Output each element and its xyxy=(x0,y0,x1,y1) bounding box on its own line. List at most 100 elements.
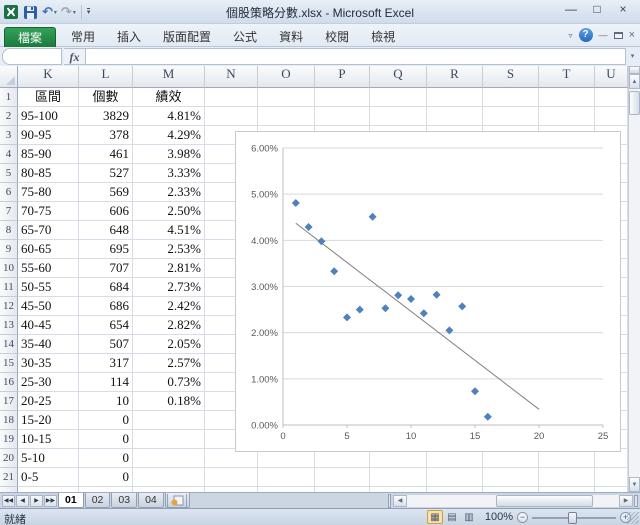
cell-T2[interactable] xyxy=(539,107,595,126)
cell-O21[interactable] xyxy=(258,468,315,487)
column-header-L[interactable]: L xyxy=(79,66,133,88)
cell-K9[interactable]: 60-65 xyxy=(18,240,79,259)
formula-bar-expand-icon[interactable]: ▾ xyxy=(626,48,639,65)
workbook-close-icon[interactable]: × xyxy=(629,29,635,42)
zoom-level[interactable]: 100% xyxy=(481,511,513,523)
cell-L4[interactable]: 461 xyxy=(79,145,133,164)
data-point[interactable] xyxy=(369,213,377,221)
ribbon-tab-版面配置[interactable]: 版面配置 xyxy=(152,27,222,47)
cell-K13[interactable]: 40-45 xyxy=(18,316,79,335)
row-header-5[interactable]: 5 xyxy=(0,164,18,183)
zoom-out-button[interactable]: − xyxy=(517,512,528,523)
redo-button[interactable]: ↷ ▾ xyxy=(61,3,76,21)
customize-qat-button[interactable]: ▾ xyxy=(87,8,91,16)
cell-M9[interactable]: 2.53% xyxy=(133,240,205,259)
row-header-2[interactable]: 2 xyxy=(0,107,18,126)
help-icon[interactable]: ? xyxy=(579,28,593,42)
row-header-13[interactable]: 13 xyxy=(0,316,18,335)
cell-R1[interactable] xyxy=(427,88,483,107)
undo-dropdown-caret[interactable]: ▾ xyxy=(54,9,57,16)
workbook-restore-icon[interactable] xyxy=(614,32,623,39)
data-point[interactable] xyxy=(330,267,338,275)
cell-P2[interactable] xyxy=(315,107,370,126)
name-box[interactable] xyxy=(2,48,62,65)
vertical-split-handle[interactable] xyxy=(629,66,640,74)
row-header-8[interactable]: 8 xyxy=(0,221,18,240)
first-sheet-button[interactable]: ◀◀ xyxy=(2,495,15,507)
cell-K7[interactable]: 70-75 xyxy=(18,202,79,221)
cell-K15[interactable]: 30-35 xyxy=(18,354,79,373)
cell-T1[interactable] xyxy=(539,88,595,107)
column-header-S[interactable]: S xyxy=(483,66,539,88)
next-sheet-button[interactable]: ▶ xyxy=(30,495,43,507)
row-header-15[interactable]: 15 xyxy=(0,354,18,373)
cell-L9[interactable]: 695 xyxy=(79,240,133,259)
previous-sheet-button[interactable]: ◀ xyxy=(16,495,29,507)
normal-view-button[interactable]: ▦ xyxy=(427,510,443,524)
chart[interactable]: 0.00%1.00%2.00%3.00%4.00%5.00%6.00%05101… xyxy=(235,131,621,452)
cell-M16[interactable]: 0.73% xyxy=(133,373,205,392)
cell-M11[interactable]: 2.73% xyxy=(133,278,205,297)
scroll-left-arrow[interactable]: ◀ xyxy=(393,495,407,507)
cell-U21[interactable] xyxy=(595,468,628,487)
tab-scrollbar-divider[interactable] xyxy=(388,494,391,508)
file-tab[interactable]: 檔案 xyxy=(4,27,56,47)
cell-R21[interactable] xyxy=(427,468,483,487)
cell-M17[interactable]: 0.18% xyxy=(133,392,205,411)
trendline[interactable] xyxy=(296,223,539,409)
cell-Q2[interactable] xyxy=(370,107,427,126)
cell-L3[interactable]: 378 xyxy=(79,126,133,145)
cell-L1[interactable]: 個數 xyxy=(79,88,133,107)
window-maximize-button[interactable]: □ xyxy=(584,0,610,19)
data-point[interactable] xyxy=(471,387,479,395)
ribbon-tab-插入[interactable]: 插入 xyxy=(106,27,152,47)
row-header-17[interactable]: 17 xyxy=(0,392,18,411)
data-point[interactable] xyxy=(292,199,300,207)
column-header-U[interactable]: U xyxy=(595,66,628,88)
cell-O2[interactable] xyxy=(258,107,315,126)
cell-L18[interactable]: 0 xyxy=(79,411,133,430)
ribbon-tab-檢視[interactable]: 檢視 xyxy=(360,27,406,47)
row-header-14[interactable]: 14 xyxy=(0,335,18,354)
cell-N1[interactable] xyxy=(205,88,258,107)
horizontal-split-handle[interactable] xyxy=(634,495,638,507)
column-header-R[interactable]: R xyxy=(427,66,483,88)
data-point[interactable] xyxy=(458,302,466,310)
redo-dropdown-caret[interactable]: ▾ xyxy=(73,9,76,16)
ribbon-tab-校閱[interactable]: 校閱 xyxy=(314,27,360,47)
zoom-slider-thumb[interactable] xyxy=(568,512,577,524)
data-point[interactable] xyxy=(317,237,325,245)
cell-M6[interactable]: 2.33% xyxy=(133,183,205,202)
cell-M20[interactable] xyxy=(133,449,205,468)
cell-K4[interactable]: 85-90 xyxy=(18,145,79,164)
sheet-tab-01[interactable]: 01 xyxy=(58,493,84,508)
row-header-1[interactable]: 1 xyxy=(0,88,18,107)
last-sheet-button[interactable]: ▶▶ xyxy=(44,495,57,507)
cell-K17[interactable]: 20-25 xyxy=(18,392,79,411)
column-header-O[interactable]: O xyxy=(258,66,315,88)
row-header-10[interactable]: 10 xyxy=(0,259,18,278)
cell-N21[interactable] xyxy=(205,468,258,487)
cell-Q21[interactable] xyxy=(370,468,427,487)
cell-L16[interactable]: 114 xyxy=(79,373,133,392)
cell-U1[interactable] xyxy=(595,88,628,107)
excel-app-icon[interactable] xyxy=(3,3,19,21)
cell-M1[interactable]: 績效 xyxy=(133,88,205,107)
cell-K6[interactable]: 75-80 xyxy=(18,183,79,202)
page-break-view-button[interactable]: ▥ xyxy=(461,510,477,524)
row-header-20[interactable]: 20 xyxy=(0,449,18,468)
column-header-P[interactable]: P xyxy=(315,66,370,88)
ribbon-expand-icon[interactable]: ▿ xyxy=(569,31,573,40)
row-header-16[interactable]: 16 xyxy=(0,373,18,392)
cell-M3[interactable]: 4.29% xyxy=(133,126,205,145)
zoom-slider[interactable] xyxy=(532,517,616,519)
cell-L10[interactable]: 707 xyxy=(79,259,133,278)
cell-M19[interactable] xyxy=(133,430,205,449)
cell-L12[interactable]: 686 xyxy=(79,297,133,316)
select-all-corner[interactable] xyxy=(0,66,18,88)
row-header-6[interactable]: 6 xyxy=(0,183,18,202)
cell-L21[interactable]: 0 xyxy=(79,468,133,487)
cell-K21[interactable]: 0-5 xyxy=(18,468,79,487)
vertical-scrollbar-thumb[interactable] xyxy=(629,91,640,115)
row-header-21[interactable]: 21 xyxy=(0,468,18,487)
